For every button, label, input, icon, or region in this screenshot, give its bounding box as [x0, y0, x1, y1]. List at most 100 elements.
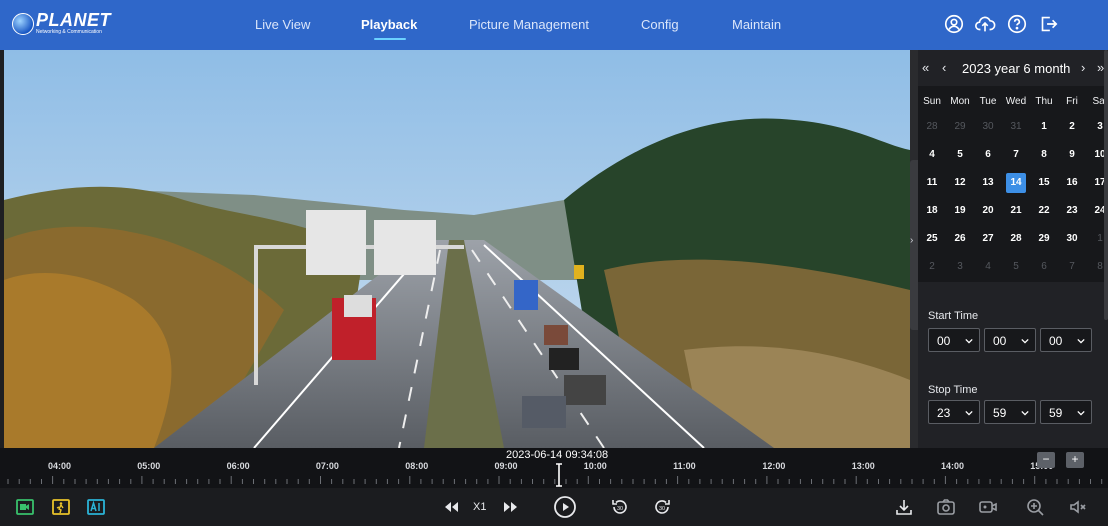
calendar-day[interactable]: 18 [922, 201, 942, 221]
chevron-down-icon [1077, 338, 1085, 344]
motion-detect-icon[interactable] [51, 497, 71, 517]
rewind-icon[interactable] [441, 497, 461, 517]
calendar-day[interactable]: 5 [950, 145, 970, 165]
calendar-day[interactable]: 20 [978, 201, 998, 221]
calendar-day[interactable]: 27 [978, 229, 998, 249]
calendar-day[interactable]: 2 [1062, 117, 1082, 137]
timeline-zoom-in-button[interactable]: + [1066, 452, 1084, 468]
timeline-zoom-out-button[interactable]: − [1037, 452, 1055, 468]
calendar-day[interactable]: 28 [1006, 229, 1026, 249]
calendar-day[interactable]: 9 [1062, 145, 1082, 165]
calendar-day-outside-month[interactable]: 28 [922, 117, 942, 137]
calendar-day-outside-month[interactable]: 29 [950, 117, 970, 137]
chevron-down-icon [1021, 410, 1029, 416]
calendar-day-outside-month[interactable]: 2 [922, 257, 942, 277]
calendar-day[interactable]: 23 [1062, 201, 1082, 221]
calendar-day[interactable]: 30 [1062, 229, 1082, 249]
playback-speed[interactable]: X1 [473, 501, 486, 513]
help-icon[interactable] [1006, 13, 1028, 35]
timeline-hour-label: 06:00 [226, 461, 250, 471]
svg-text:30: 30 [617, 506, 623, 512]
calendar-day[interactable]: 26 [950, 229, 970, 249]
panel-scrollbar[interactable] [1104, 50, 1108, 320]
prev-year-button[interactable]: « [922, 60, 929, 75]
chevron-down-icon [965, 338, 973, 344]
ai-detect-icon[interactable] [86, 497, 106, 517]
play-icon[interactable] [553, 495, 577, 519]
forward-30s-icon[interactable]: 30 [652, 497, 672, 517]
top-navigation-bar: PLANET Networking & Communication Live V… [0, 0, 1108, 50]
calendar-day-outside-month[interactable]: 31 [1006, 117, 1026, 137]
weekday-header: Fri [1066, 96, 1078, 107]
nav-maintain[interactable]: Maintain [732, 17, 781, 32]
next-month-button[interactable]: › [1081, 60, 1085, 75]
nav-playback[interactable]: Playback [361, 17, 417, 32]
logo-globe-icon [12, 13, 34, 35]
playback-video-frame[interactable] [4, 50, 910, 448]
timeline-hour-label: 08:00 [405, 461, 429, 471]
timeline-current-time: 2023-06-14 09:34:08 [506, 449, 609, 461]
stop-hour-value: 23 [937, 406, 951, 420]
timeline-hour-label: 10:00 [583, 461, 607, 471]
nav-live-view[interactable]: Live View [255, 17, 310, 32]
weekday-header: Thu [1035, 96, 1053, 107]
stop-second-value: 59 [1049, 406, 1063, 420]
timeline-hour-label: 04:00 [48, 461, 72, 471]
calendar-day[interactable]: 15 [1034, 173, 1054, 193]
calendar-day[interactable]: 8 [1034, 145, 1054, 165]
playback-timeline[interactable]: 2023-06-14 09:34:08 04:00 05:00 06:00 07:00… [0, 448, 1108, 488]
calendar-day[interactable]: 6 [978, 145, 998, 165]
rewind-30s-icon[interactable]: 30 [610, 497, 630, 517]
download-icon[interactable] [894, 497, 914, 517]
calendar-day[interactable]: 11 [922, 173, 942, 193]
calendar-day-outside-month[interactable]: 30 [978, 117, 998, 137]
calendar-day[interactable]: 7 [1006, 145, 1026, 165]
calendar-day[interactable]: 19 [950, 201, 970, 221]
calendar-day[interactable]: 22 [1034, 201, 1054, 221]
calendar-day[interactable]: 29 [1034, 229, 1054, 249]
cloud-upload-icon[interactable] [974, 13, 996, 35]
start-second-select[interactable]: 00 [1040, 328, 1092, 352]
calendar-day[interactable]: 13 [978, 173, 998, 193]
stop-minute-select[interactable]: 59 [984, 400, 1036, 424]
calendar-day[interactable]: 1 [1034, 117, 1054, 137]
prev-month-button[interactable]: ‹ [942, 60, 946, 75]
calendar-day-outside-month[interactable]: 6 [1034, 257, 1054, 277]
fast-forward-icon[interactable] [501, 497, 521, 517]
timeline-hour-label: 12:00 [762, 461, 786, 471]
logout-icon[interactable] [1037, 13, 1059, 35]
zoom-in-icon[interactable] [1025, 497, 1045, 517]
calendar-day-outside-month[interactable]: 3 [950, 257, 970, 277]
user-icon[interactable] [943, 13, 965, 35]
start-time-label: Start Time [928, 310, 979, 322]
calendar-day-selected[interactable]: 14 [1006, 173, 1026, 193]
calendar-day-outside-month[interactable]: 4 [978, 257, 998, 277]
start-minute-value: 00 [993, 334, 1007, 348]
start-second-value: 00 [1049, 334, 1063, 348]
calendar-grid: Sun Mon Tue Wed Thu Fri Sat 28 29 30 31 1 2 3 4 5 6 7 8 9 10… [918, 86, 1108, 282]
calendar-day[interactable]: 16 [1062, 173, 1082, 193]
stop-minute-value: 59 [993, 406, 1007, 420]
calendar-day-outside-month[interactable]: 7 [1062, 257, 1082, 277]
clip-record-icon[interactable] [978, 497, 998, 517]
playback-side-panel: « ‹ 2023 year 6 month › » Sun Mon Tue Wed Th… [918, 50, 1108, 448]
calendar-day[interactable]: 4 [922, 145, 942, 165]
panel-collapse-handle[interactable]: › [910, 160, 918, 330]
playback-toolbar: X1 30 30 [0, 488, 1108, 526]
calendar-day[interactable]: 25 [922, 229, 942, 249]
start-hour-select[interactable]: 00 [928, 328, 980, 352]
logo-tagline: Networking & Communication [36, 29, 102, 35]
start-minute-select[interactable]: 00 [984, 328, 1036, 352]
mute-icon[interactable] [1068, 497, 1088, 517]
calendar-day-outside-month[interactable]: 5 [1006, 257, 1026, 277]
stop-second-select[interactable]: 59 [1040, 400, 1092, 424]
logo-text: PLANET [36, 10, 111, 30]
timeline-playhead[interactable] [555, 462, 563, 488]
calendar-day[interactable]: 21 [1006, 201, 1026, 221]
record-type-icon[interactable] [15, 497, 35, 517]
calendar-day[interactable]: 12 [950, 173, 970, 193]
nav-config[interactable]: Config [641, 17, 679, 32]
snapshot-icon[interactable] [936, 497, 956, 517]
stop-hour-select[interactable]: 23 [928, 400, 980, 424]
nav-picture-management[interactable]: Picture Management [469, 17, 589, 32]
